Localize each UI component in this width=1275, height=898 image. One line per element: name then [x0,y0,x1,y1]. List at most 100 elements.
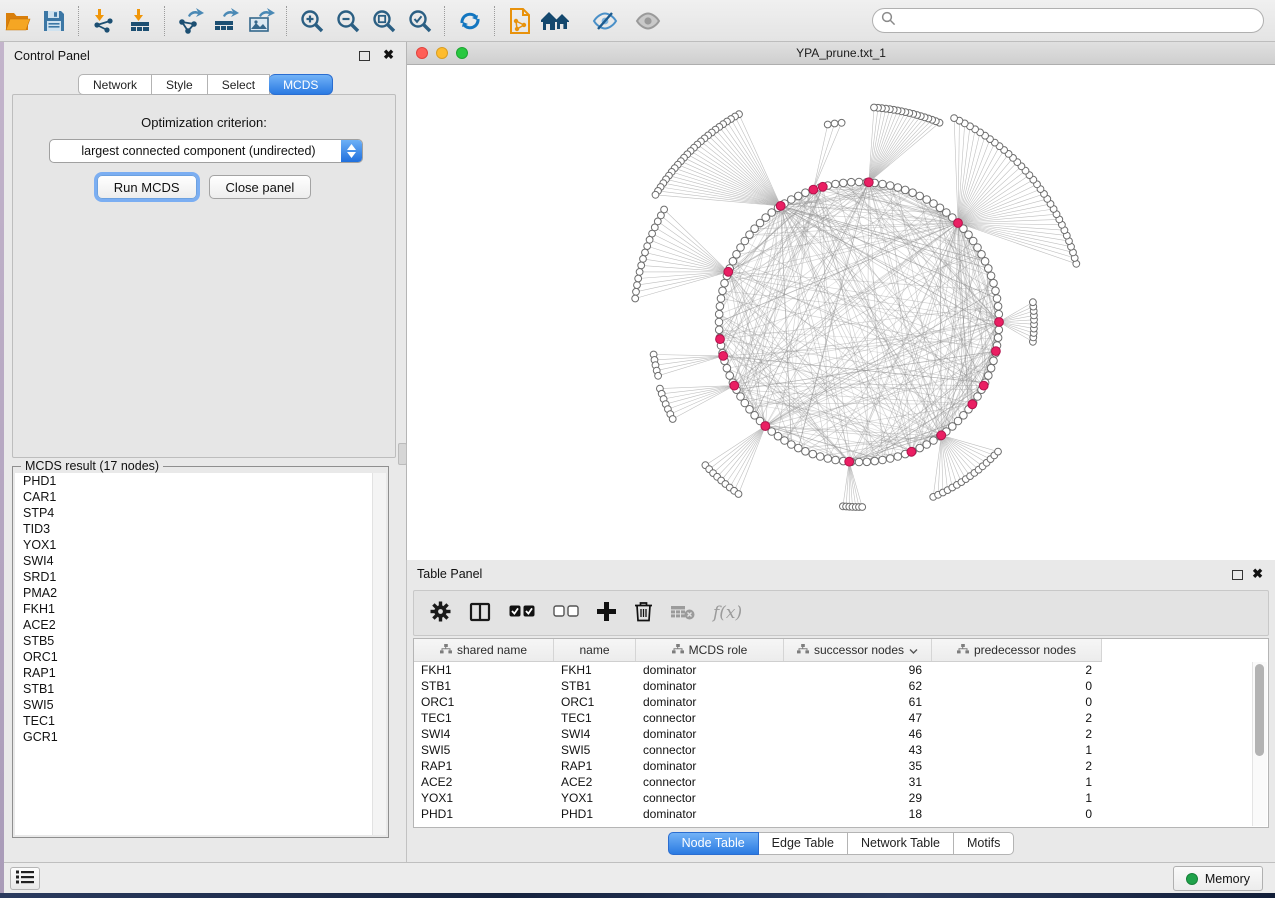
delete-column-button[interactable] [632,599,655,627]
tab-style[interactable]: Style [152,74,208,95]
cytoscape-window: Control Panel ✖ NetworkStyleSelectMCDS O… [0,0,1275,893]
search-input[interactable] [896,10,1263,32]
mcds-result-item[interactable]: RAP1 [15,665,373,681]
import-network-button[interactable] [87,5,121,37]
table-row[interactable]: ACE2ACE2connector311 [414,774,1252,790]
mcds-result-item[interactable]: STP4 [15,505,373,521]
table-cell: dominator [636,663,784,677]
network-node [985,265,993,273]
mcds-result-item[interactable]: SWI4 [15,553,373,569]
zoom-in-button[interactable] [295,5,329,37]
table-row[interactable]: RAP1RAP1dominator352 [414,758,1252,774]
network-node [990,279,998,287]
import-table-icon [127,8,153,34]
show-all-button[interactable] [631,5,665,37]
delete-table-icon [671,604,695,623]
float-panel-icon[interactable] [359,51,370,61]
memory-button[interactable]: Memory [1173,866,1263,891]
network-node [855,458,863,466]
mcds-result-item[interactable]: TEC1 [15,713,373,729]
network-leaf-node [635,275,642,282]
deselect-all-button[interactable] [551,603,581,623]
mcds-result-item[interactable]: YOX1 [15,537,373,553]
panel-splitter-handle[interactable] [398,443,407,465]
table-row[interactable]: TEC1TEC1connector472 [414,710,1252,726]
zoom-fit-button[interactable] [367,5,401,37]
houses-icon [540,10,572,32]
mcds-result-item[interactable]: PHD1 [15,473,373,489]
criterion-dropdown[interactable]: largest connected component (undirected) [49,139,363,163]
export-image-button[interactable] [245,5,279,37]
tab-edge-table[interactable]: Edge Table [759,832,848,855]
export-table-button[interactable] [209,5,243,37]
table-scrollbar[interactable] [1252,662,1267,826]
table-row[interactable]: SWI5SWI5connector431 [414,742,1252,758]
column-header-name[interactable]: name [554,639,636,661]
table-row[interactable]: STB1STB1dominator620 [414,678,1252,694]
table-row[interactable]: SWI4SWI4dominator462 [414,726,1252,742]
toolbar-separator [286,6,288,36]
delete-table-button[interactable] [669,602,697,625]
network-file-button[interactable] [503,5,537,37]
zoom-out-button[interactable] [331,5,365,37]
eye-icon [634,10,662,32]
mcds-list-scrollbar[interactable] [372,473,386,835]
column-header-shared-name[interactable]: shared name [414,639,554,661]
column-settings-button[interactable] [428,599,453,627]
mcds-result-item[interactable]: TID3 [15,521,373,537]
select-all-button[interactable] [507,603,537,623]
task-history-button[interactable] [10,867,40,890]
run-mcds-button[interactable]: Run MCDS [97,175,197,199]
column-header-successor-nodes[interactable]: successor nodes [784,639,932,661]
mcds-result-item[interactable]: PMA2 [15,585,373,601]
mcds-result-item[interactable]: GCR1 [15,729,373,745]
tab-select[interactable]: Select [208,74,270,95]
table-cell: RAP1 [554,759,636,773]
hide-selected-button[interactable] [588,5,622,37]
mcds-hub-node [937,431,946,440]
open-session-button[interactable] [1,5,35,37]
mcds-result-item[interactable]: ACE2 [15,617,373,633]
function-builder-button[interactable]: f(x) [711,601,744,625]
close-panel-button[interactable]: Close panel [209,175,312,199]
column-header-MCDS-role[interactable]: MCDS role [636,639,784,661]
mcds-hub-node [995,318,1004,327]
export-network-button[interactable] [173,5,207,37]
home-button[interactable] [539,5,573,37]
table-scrollbar-thumb[interactable] [1255,664,1264,756]
network-node [871,457,879,465]
sort-chevron-icon [909,643,918,657]
show-column-button[interactable] [467,600,493,627]
mcds-result-item[interactable]: STB1 [15,681,373,697]
mcds-result-item[interactable]: SRD1 [15,569,373,585]
add-column-button[interactable] [595,600,618,626]
tab-node-table[interactable]: Node Table [668,832,759,855]
network-node [993,295,1001,303]
mcds-result-item[interactable]: FKH1 [15,601,373,617]
close-panel-icon[interactable]: ✖ [1252,569,1263,579]
zoom-selected-button[interactable] [403,5,437,37]
network-canvas[interactable] [407,64,1275,560]
table-cell: ACE2 [414,775,554,789]
tree-icon [957,643,969,657]
table-row[interactable]: PHD1PHD1dominator180 [414,806,1252,822]
tab-network[interactable]: Network [78,74,152,95]
apply-preferred-layout-button[interactable] [453,5,487,37]
close-panel-icon[interactable]: ✖ [383,50,394,60]
table-row[interactable]: YOX1YOX1connector291 [414,790,1252,806]
save-session-button[interactable] [37,5,71,37]
column-header-predecessor-nodes[interactable]: predecessor nodes [932,639,1102,661]
table-row[interactable]: FKH1FKH1dominator962 [414,662,1252,678]
mcds-result-item[interactable]: SWI5 [15,697,373,713]
table-row[interactable]: ORC1ORC1dominator610 [414,694,1252,710]
tab-network-table[interactable]: Network Table [848,832,954,855]
network-node [715,318,723,326]
float-panel-icon[interactable] [1232,570,1243,580]
tab-mcds[interactable]: MCDS [269,74,333,95]
control-panel: Control Panel ✖ NetworkStyleSelectMCDS O… [4,42,406,862]
tab-motifs[interactable]: Motifs [954,832,1014,855]
mcds-result-item[interactable]: STB5 [15,633,373,649]
mcds-result-item[interactable]: ORC1 [15,649,373,665]
mcds-result-item[interactable]: CAR1 [15,489,373,505]
import-table-button[interactable] [123,5,157,37]
